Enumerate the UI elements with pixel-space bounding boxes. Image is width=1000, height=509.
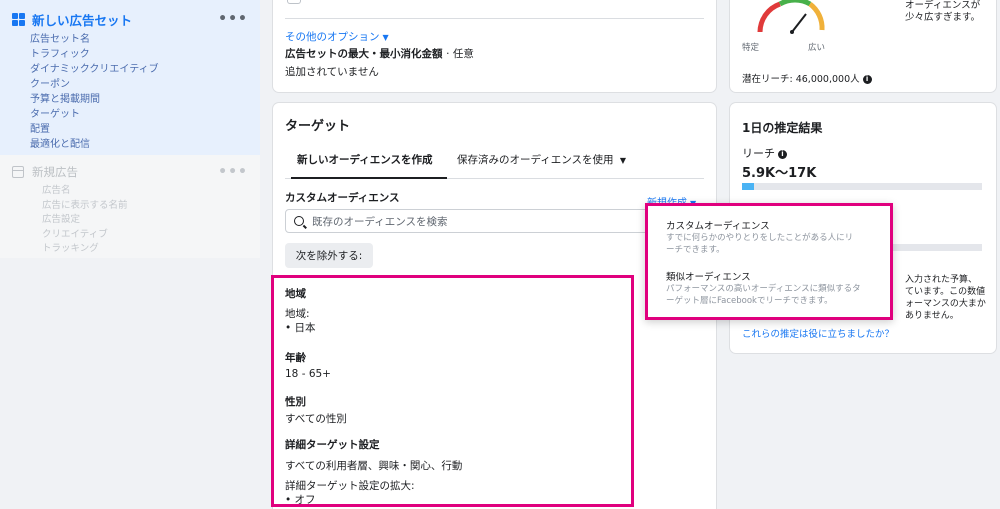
tab-new-audience[interactable]: 新しいオーディエンスを作成 [297, 152, 433, 167]
checkbox[interactable] [287, 0, 301, 4]
menu-item-title: 類似オーディエンス [666, 272, 751, 283]
ad-title[interactable]: 新規広告 [32, 164, 218, 180]
other-options-link[interactable]: その他のオプション ▼ [285, 29, 389, 44]
more-options-icon[interactable]: ••• [218, 11, 248, 27]
potential-reach: 潜在リーチ: 46,000,000人 i [742, 71, 872, 85]
ad-document-icon [12, 166, 24, 178]
audience-note-line1: オーディエンスが [905, 0, 981, 11]
reach-label: リーチ i [742, 145, 787, 161]
potential-reach-text: 潜在リーチ: 46,000,000人 [742, 74, 860, 85]
detail-expand-value: • オフ [285, 494, 316, 506]
sidebar-item-optimization[interactable]: 最適化と配信 [30, 137, 248, 152]
sidebar-item-dynamic-creative[interactable]: ダイナミッククリエイティブ [30, 62, 248, 77]
budget-label-text: 広告セットの最大・最小消化金額 [285, 48, 443, 60]
ad-header[interactable]: 新規広告 ••• [12, 163, 248, 181]
audience-search-input[interactable]: 既存のオーディエンスを検索 [285, 209, 705, 233]
estimate-note-line2: ています。この数値 [905, 287, 986, 297]
sidebar-item-creative[interactable]: クリエイティブ [42, 228, 248, 243]
age-heading: 年齢 [285, 352, 306, 364]
sidebar-item-target[interactable]: ターゲット [30, 107, 248, 122]
sidebar-item-budget-schedule[interactable]: 予算と掲載期間 [30, 92, 248, 107]
sidebar-item-ad-name[interactable]: 広告名 [42, 184, 248, 199]
reach-label-text: リーチ [742, 147, 775, 160]
menu-item-desc: ーチできます。 [666, 244, 725, 255]
search-placeholder: 既存のオーディエンスを検索 [312, 215, 448, 228]
menu-item-desc: ーゲット層にFacebookでリーチできます。 [666, 295, 833, 306]
tab-saved-audience[interactable]: 保存済みのオーディエンスを使用 ▼ [457, 152, 626, 167]
other-options-label: その他のオプション [285, 31, 380, 43]
caret-down-icon: ▼ [382, 33, 389, 42]
budget-value: 追加されていません [285, 66, 379, 78]
estimate-note-line4: ありません。 [905, 311, 959, 321]
detail-targeting-heading: 詳細ターゲット設定 [285, 439, 380, 451]
sidebar-item-traffic[interactable]: トラフィック [30, 47, 248, 62]
region-label: 地域: [285, 308, 310, 320]
info-icon[interactable]: i [862, 75, 872, 84]
age-value: 18 - 65+ [285, 368, 331, 380]
region-value: • 日本 [285, 322, 316, 334]
estimate-note-line3: ォーマンスの大まか [905, 299, 986, 309]
adset-section[interactable]: 新しい広告セット ••• 広告セット名 トラフィック ダイナミッククリエイティブ… [0, 0, 260, 155]
sidebar-item-adset-name[interactable]: 広告セット名 [30, 32, 248, 47]
ad-nav-list: 広告名 広告に表示する名前 広告設定 クリエイティブ トラッキング [12, 184, 248, 257]
info-icon[interactable]: i [778, 149, 787, 159]
sidebar-item-coupon[interactable]: クーポン [30, 77, 248, 92]
feedback-link[interactable]: これらの推定は役に立ちましたか？ [742, 326, 894, 340]
custom-audience-label: カスタムオーディエンス [285, 192, 400, 204]
menu-item-title: カスタムオーディエンス [666, 221, 770, 232]
menu-item-desc: パフォーマンスの高いオーディエンスに類似するタ [666, 284, 861, 294]
divider [285, 18, 704, 19]
caret-down-icon: ▼ [619, 156, 627, 165]
menu-item-lookalike-audience[interactable]: 類似オーディエンス パフォーマンスの高いオーディエンスに類似するタ ーゲット層に… [666, 269, 878, 307]
audience-tabs: 新しいオーディエンスを作成 保存済みのオーディエンスを使用 ▼ [285, 143, 704, 179]
sidebar-item-tracking[interactable]: トラッキング [42, 242, 248, 257]
adset-header[interactable]: 新しい広告セット ••• [12, 10, 248, 28]
gauge-broad-label: 広い [808, 43, 826, 53]
search-icon [294, 216, 304, 226]
region-heading: 地域 [285, 288, 306, 300]
audience-note: オーディエンスが 少々広すぎます。 [905, 0, 980, 24]
target-title: ターゲット [285, 119, 351, 134]
sidebar: 新しい広告セット ••• 広告セット名 トラフィック ダイナミッククリエイティブ… [0, 0, 260, 509]
sidebar-item-placement[interactable]: 配置 [30, 122, 248, 137]
audience-note-line2: 少々広すぎます。 [905, 12, 981, 23]
audience-size-card: 特定 広い オーディエンスが 少々広すぎます。 潜在リーチ: 46,000,00… [730, 0, 996, 92]
detail-targeting-value: すべての利用者層、興味・関心、行動 [285, 460, 463, 472]
adset-grid-icon [12, 12, 25, 26]
active-tab-indicator [291, 177, 447, 179]
create-new-dropdown: カスタムオーディエンス すでに何らかのやりとりをしたことがある人にリ ーチできま… [645, 203, 893, 320]
estimate-note: 入力された予算、 ています。この数値 ォーマンスの大まか ありません。 [905, 274, 986, 322]
ad-section[interactable]: 新規広告 ••• 広告名 広告に表示する名前 広告設定 クリエイティブ トラッキ… [0, 155, 260, 258]
menu-item-custom-audience[interactable]: カスタムオーディエンス すでに何らかのやりとりをしたことがある人にリ ーチできま… [666, 218, 878, 256]
options-card: その他のオプション ▼ 広告セットの最大・最小消化金額 · 任意 追加されていませ… [273, 0, 716, 92]
reach-bar [742, 183, 982, 190]
sidebar-item-display-name[interactable]: 広告に表示する名前 [42, 199, 248, 214]
gauge-specific-label: 特定 [742, 43, 760, 53]
reach-value: 5.9K〜17K [742, 166, 817, 181]
gender-heading: 性別 [285, 396, 306, 408]
exclude-button[interactable]: 次を除外する: [285, 243, 373, 268]
budget-label: 広告セットの最大・最小消化金額 · 任意 [285, 46, 474, 61]
adset-nav-list: 広告セット名 トラフィック ダイナミッククリエイティブ クーポン 予算と掲載期間… [12, 32, 248, 152]
adset-title[interactable]: 新しい広告セット [32, 10, 218, 29]
gender-value: すべての性別 [285, 413, 347, 425]
daily-estimate-title: 1日の推定結果 [742, 121, 823, 135]
menu-item-desc: すでに何らかのやりとりをしたことがある人にリ [666, 233, 854, 243]
tab-saved-label: 保存済みのオーディエンスを使用 [457, 154, 614, 166]
ad-more-options-icon[interactable]: ••• [218, 164, 248, 180]
detail-expand-label: 詳細ターゲット設定の拡大: [285, 480, 415, 492]
reach-bar-fill [742, 183, 754, 190]
estimate-note-line1: 入力された予算、 [905, 275, 978, 285]
sidebar-item-ad-settings[interactable]: 広告設定 [42, 213, 248, 228]
budget-optional: · 任意 [446, 48, 474, 60]
